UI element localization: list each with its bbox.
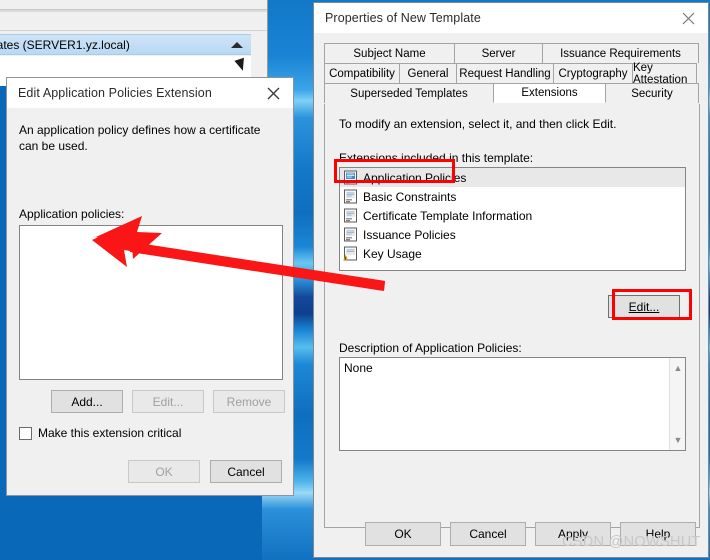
edit-extension-button[interactable]: Edit... [608, 295, 680, 318]
chevron-down-icon[interactable]: ▼ [670, 432, 686, 448]
edit-dialog-description: An application policy defines how a cert… [19, 123, 261, 153]
list-item-issuance-policies[interactable]: Issuance Policies [340, 225, 685, 244]
tab-superseded-templates[interactable]: Superseded Templates [324, 83, 494, 103]
certificate-extension-warning-icon [343, 246, 358, 261]
tab-row-3: Superseded Templates Extensions Security [324, 83, 700, 103]
extensions-tab-panel: To modify an extension, select it, and t… [324, 104, 700, 528]
cancel-button[interactable]: Cancel [210, 460, 282, 483]
triangle-up-icon[interactable] [231, 42, 243, 48]
cancel-button[interactable]: Cancel [450, 522, 526, 546]
close-icon[interactable] [668, 3, 708, 33]
list-item-label: Issuance Policies [363, 227, 456, 242]
properties-dialog-body: Subject Name Server Issuance Requirement… [314, 33, 708, 557]
help-button[interactable]: Help [620, 522, 696, 546]
properties-dialog-footer: OK Cancel Apply Help [314, 522, 708, 546]
edit-extension-button-wrap: Edit... [608, 295, 680, 318]
tab-compatibility[interactable]: Compatibility [324, 63, 400, 83]
chevron-up-icon[interactable]: ▲ [670, 360, 686, 376]
add-button[interactable]: Add... [51, 390, 123, 413]
application-policies-label: Application policies: [19, 207, 125, 221]
make-extension-critical-row[interactable]: Make this extension critical [19, 426, 181, 440]
certificate-extension-icon [343, 227, 358, 242]
tab-issuance-requirements[interactable]: Issuance Requirements [542, 43, 699, 63]
mmc-tree-node-label: lates (SERVER1.yz.local) [0, 37, 130, 52]
close-icon[interactable] [253, 78, 293, 108]
description-textbox[interactable]: None ▲ ▼ [339, 357, 686, 451]
extensions-listbox[interactable]: Application Policies Basic Constraints C… [339, 167, 686, 271]
edit-dialog-footer: OK Cancel [128, 460, 282, 483]
tab-security[interactable]: Security [605, 83, 699, 103]
make-extension-critical-checkbox[interactable] [19, 426, 32, 440]
edit-dialog-titlebar: Edit Application Policies Extension [7, 78, 293, 108]
certificate-extension-icon [343, 170, 358, 185]
certificate-extension-icon [343, 189, 358, 204]
tab-subject-name[interactable]: Subject Name [324, 43, 455, 63]
ok-button[interactable]: OK [365, 522, 441, 546]
tab-server[interactable]: Server [454, 43, 543, 63]
tab-row-2: Compatibility General Request Handling C… [324, 62, 700, 86]
edit-application-policies-extension-dialog[interactable]: Edit Application Policies Extension An a… [6, 77, 294, 496]
description-label: Description of Application Policies: [339, 341, 522, 355]
properties-of-new-template-dialog[interactable]: Properties of New Template Subject Name … [313, 2, 709, 558]
edit-dialog-action-buttons: Add... Edit... Remove [51, 390, 285, 413]
certificate-templates-window[interactable]: lates (SERVER1.yz.local) [0, 0, 268, 86]
edit-extension-button-label: Edit... [628, 299, 660, 314]
application-policies-listbox[interactable] [19, 225, 283, 380]
extensions-list-label: Extensions included in this template: [339, 151, 534, 165]
extensions-instruction-text: To modify an extension, select it, and t… [339, 117, 617, 131]
mmc-tree-node-selected[interactable]: lates (SERVER1.yz.local) [0, 34, 251, 55]
properties-dialog-title: Properties of New Template [325, 11, 481, 25]
list-item-basic-constraints[interactable]: Basic Constraints [340, 187, 685, 206]
tab-key-attestation[interactable]: Key Attestation [632, 62, 697, 86]
list-item-label: Key Usage [363, 246, 422, 261]
description-scrollbar[interactable]: ▲ ▼ [669, 358, 685, 450]
certificate-extension-icon [343, 208, 358, 223]
properties-tab-strip[interactable]: Subject Name Server Issuance Requirement… [324, 43, 700, 103]
edit-button: Edit... [132, 390, 204, 413]
remove-button: Remove [213, 390, 285, 413]
description-value: None [344, 361, 373, 375]
make-extension-critical-label: Make this extension critical [38, 426, 182, 440]
properties-dialog-titlebar: Properties of New Template [314, 3, 708, 33]
list-item-application-policies[interactable]: Application Policies [340, 168, 685, 187]
edit-dialog-title: Edit Application Policies Extension [18, 86, 212, 100]
tab-extensions[interactable]: Extensions [493, 83, 606, 103]
list-item-key-usage[interactable]: Key Usage [340, 244, 685, 263]
list-item-certificate-template-information[interactable]: Certificate Template Information [340, 206, 685, 225]
tab-row-1: Subject Name Server Issuance Requirement… [324, 43, 700, 63]
list-item-label: Application Policies [363, 170, 467, 185]
tab-cryptography[interactable]: Cryptography [553, 63, 633, 83]
tab-request-handling[interactable]: Request Handling [456, 63, 554, 83]
ok-button: OK [128, 460, 200, 483]
apply-button[interactable]: Apply [535, 522, 611, 546]
list-item-label: Certificate Template Information [363, 208, 533, 223]
mmc-toolbar [0, 12, 267, 31]
tab-general[interactable]: General [399, 63, 457, 83]
list-item-label: Basic Constraints [363, 189, 457, 204]
edit-dialog-body: An application policy defines how a cert… [7, 108, 293, 495]
